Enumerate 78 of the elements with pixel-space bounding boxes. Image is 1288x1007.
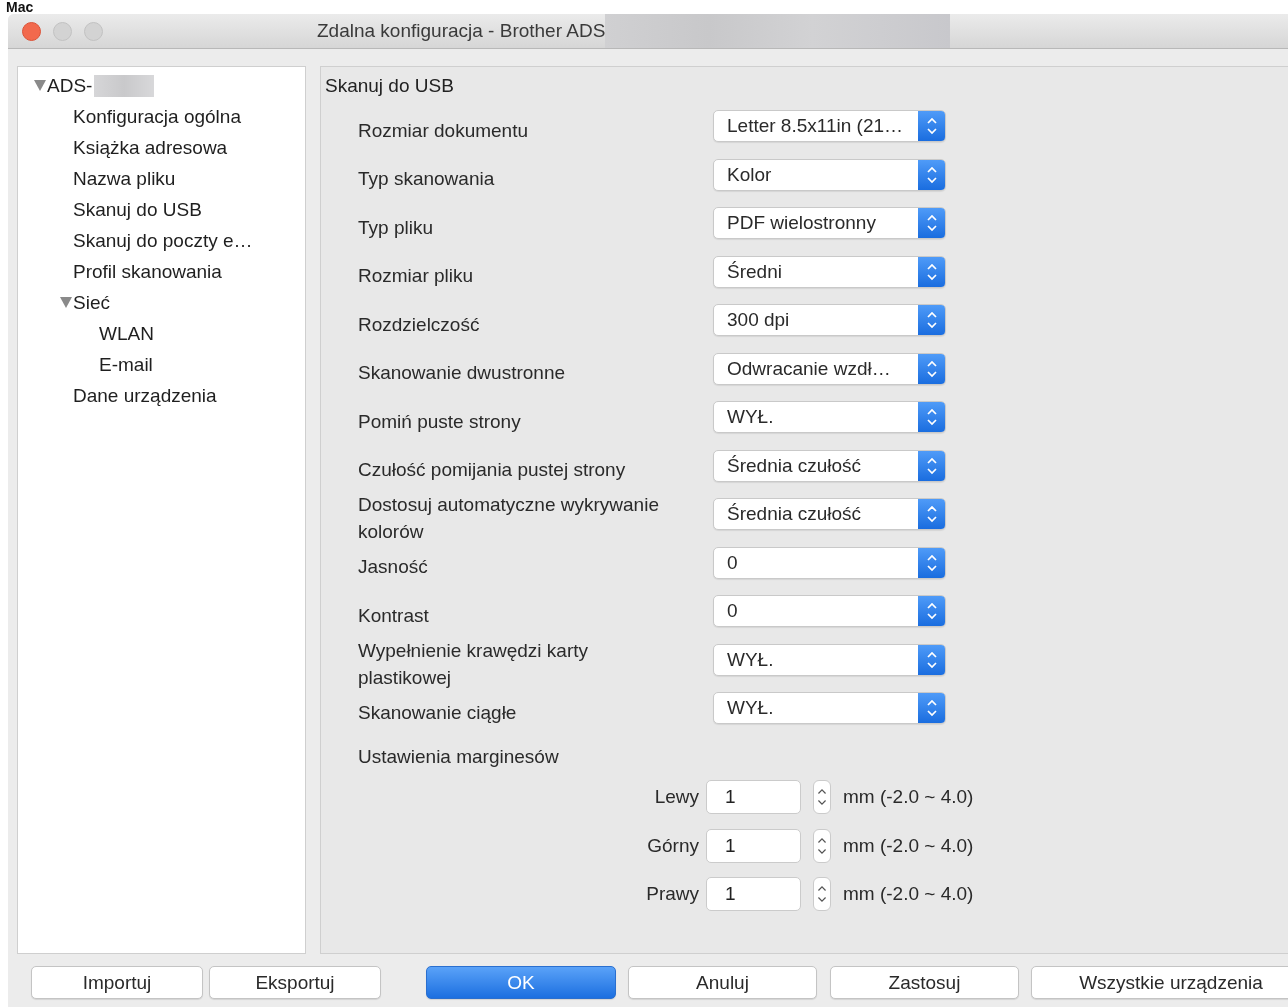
tree-item[interactable]: ADS- xyxy=(47,74,93,97)
range-hint: mm (-2.0 ~ 4.0) xyxy=(843,883,974,906)
setting-label: Wypełnienie krawędzi karty plastikowej xyxy=(358,638,590,690)
tree-item[interactable]: Nazwa pliku xyxy=(73,167,176,190)
margin-label: Prawy xyxy=(645,883,700,906)
setting-label: Jasność xyxy=(358,555,429,580)
setting-label: Rozmiar dokumentu xyxy=(358,118,530,143)
setting-label: Dostosuj automatyczne wykrywanie kolorów xyxy=(358,493,660,545)
setting-label: Kontrast xyxy=(358,603,430,628)
range-hint: mm (-2.0 ~ 4.0) xyxy=(843,786,974,809)
setting-label: Czułość pomijania pustej strony xyxy=(358,458,627,483)
stepper-icon[interactable] xyxy=(813,877,831,912)
tree-item[interactable]: Skanuj do poczty e… xyxy=(73,229,253,252)
setting-label: Skanowanie dwustronne xyxy=(358,361,567,386)
setting-label: Rozdzielczość xyxy=(358,312,481,337)
dropdown[interactable]: Średnia czułość xyxy=(713,449,946,482)
tree-item[interactable]: Konfiguracja ogólna xyxy=(73,105,241,128)
zoom-button[interactable] xyxy=(84,21,103,41)
window-title: Zdalna konfiguracja - Brother ADS xyxy=(317,20,606,42)
tree-item[interactable]: E-mail xyxy=(99,353,153,376)
button[interactable]: OK xyxy=(426,966,616,999)
stepper-chevrons-icon xyxy=(925,455,938,476)
button[interactable]: Zastosuj xyxy=(830,966,1019,999)
button[interactable]: Wszystkie urządzenia xyxy=(1031,966,1288,999)
tree-item[interactable]: Sieć xyxy=(73,291,110,314)
dropdown[interactable]: 300 dpi xyxy=(713,304,946,336)
stepper-chevrons-icon xyxy=(925,649,938,670)
disclosure-triangle-icon[interactable] xyxy=(34,80,46,91)
dropdown[interactable]: Odwracanie wzdł… xyxy=(713,352,946,385)
dropdown[interactable]: WYŁ. xyxy=(713,692,946,724)
stepper-icon[interactable] xyxy=(813,780,831,815)
panel-title: Skanuj do USB xyxy=(324,74,455,98)
dropdown[interactable]: Średnia czułość xyxy=(713,498,946,530)
stepper-chevrons-icon xyxy=(925,213,938,233)
dropdown[interactable]: Średni xyxy=(713,255,946,288)
margin-label: Górny xyxy=(646,834,700,857)
button[interactable]: Anuluj xyxy=(628,966,817,999)
input-field[interactable]: 1 xyxy=(706,780,801,815)
stepper-chevrons-icon xyxy=(925,310,938,330)
setting-label: Skanowanie ciągłe xyxy=(358,700,518,725)
dropdown[interactable]: Kolor xyxy=(713,158,946,191)
dropdown[interactable]: Letter 8.5x11in (21… xyxy=(713,110,946,142)
dropdown[interactable]: 0 xyxy=(713,595,946,627)
redacted-block xyxy=(94,74,155,97)
dropdown[interactable]: WYŁ. xyxy=(713,643,946,676)
dropdown[interactable]: 0 xyxy=(713,546,946,579)
input-field[interactable]: 1 xyxy=(706,828,801,863)
tree-item[interactable]: Profil skanowania xyxy=(73,260,222,283)
section-heading: Ustawienia marginesów xyxy=(358,744,560,769)
dropdown[interactable]: WYŁ. xyxy=(713,401,946,433)
close-button[interactable] xyxy=(22,21,41,41)
dropdown[interactable]: PDF wielostronny xyxy=(713,207,946,239)
disclosure-triangle-icon[interactable] xyxy=(60,297,72,308)
stepper-chevrons-icon xyxy=(925,601,938,621)
range-hint: mm (-2.0 ~ 4.0) xyxy=(843,834,974,857)
stepper-chevrons-icon xyxy=(925,261,938,282)
input-field[interactable]: 1 xyxy=(706,877,801,912)
setting-label: Pomiń puste strony xyxy=(358,409,522,434)
button[interactable]: Eksportuj xyxy=(209,966,381,999)
stepper-chevrons-icon xyxy=(925,698,938,718)
tree-item[interactable]: Dane urządzenia xyxy=(73,384,217,407)
stepper-chevrons-icon xyxy=(925,116,938,136)
minimize-button[interactable] xyxy=(53,21,72,41)
stepper-chevrons-icon xyxy=(925,164,938,185)
tree-item[interactable]: Skanuj do USB xyxy=(73,198,202,221)
stepper-chevrons-icon xyxy=(925,407,938,427)
setting-label: Rozmiar pliku xyxy=(358,264,475,289)
stepper-icon[interactable] xyxy=(813,828,831,863)
setting-label: Typ skanowania xyxy=(358,167,496,192)
setting-label: Typ pliku xyxy=(358,215,434,240)
tree-item[interactable]: Książka adresowa xyxy=(73,136,228,159)
page-heading: Mac xyxy=(5,0,35,14)
stepper-chevrons-icon xyxy=(925,504,938,524)
margin-label: Lewy xyxy=(653,786,700,809)
stepper-chevrons-icon xyxy=(925,552,938,573)
button[interactable]: Importuj xyxy=(31,966,203,999)
tree-item[interactable]: WLAN xyxy=(99,322,154,345)
stepper-chevrons-icon xyxy=(925,358,938,379)
